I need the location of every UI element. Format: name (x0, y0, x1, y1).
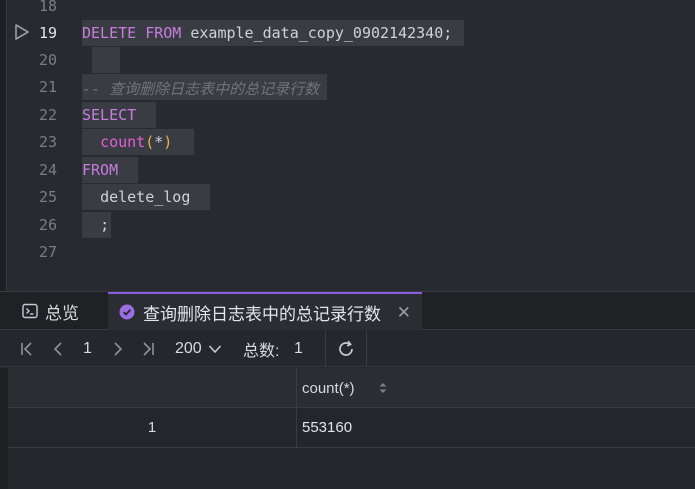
code-text: ; (82, 212, 112, 238)
pagination-toolbar: 1 200 总数: 1 (0, 330, 695, 367)
chevron-right-icon (114, 341, 123, 356)
last-page-icon (143, 341, 154, 356)
terminal-icon (22, 303, 38, 319)
column-divider (296, 408, 297, 448)
line-number: 20 (38, 51, 57, 69)
code-line[interactable]: 21 -- 查询删除日志表中的总记录行数 (0, 73, 695, 100)
row-number: 1 (147, 419, 157, 436)
code-text: count(*) (82, 129, 195, 155)
code-line[interactable]: 20 (0, 46, 695, 73)
toolbar-divider (366, 330, 367, 367)
code-line[interactable]: 23 count(*) (0, 128, 695, 155)
sql-keyword: SELECT (82, 106, 137, 124)
page-size-select[interactable]: 200 (175, 330, 222, 367)
code-text (92, 47, 120, 73)
sql-text: * (154, 133, 164, 151)
code-line[interactable]: 22 SELECT (0, 101, 695, 128)
first-page-icon (21, 341, 32, 356)
table-cell[interactable]: 553160 (302, 419, 352, 436)
sql-text: example_data_copy_0902142340; (181, 24, 453, 42)
first-page-button[interactable] (20, 330, 34, 367)
tab-overview[interactable]: 总览 (8, 292, 108, 330)
total-label: 总数: (243, 342, 280, 360)
grid-header-row: count(*) (8, 368, 695, 408)
sql-paren: ) (163, 133, 173, 151)
tab-label: 总览 (45, 303, 79, 323)
code-text: delete_log (82, 184, 211, 210)
line-number: 27 (38, 243, 57, 261)
check-circle-icon (119, 304, 135, 320)
total-value: 1 (294, 339, 303, 357)
column-divider (296, 368, 297, 408)
sql-paren: ( (145, 133, 155, 151)
refresh-button[interactable] (336, 330, 356, 367)
results-tab-bar: 总览 查询删除日志表中的总记录行数 ✕ (0, 291, 695, 330)
code-line[interactable]: 26 ; (0, 211, 695, 238)
sql-identifier: delete_log (100, 188, 191, 206)
line-number: 19 (38, 24, 57, 42)
grid-left-edge (0, 368, 8, 489)
sql-keyword: DELETE FROM (82, 24, 182, 42)
code-text: SELECT (82, 102, 157, 128)
table-row[interactable]: 1 553160 (8, 408, 695, 448)
code-text: DELETE FROM example_data_copy_0902142340… (82, 20, 465, 46)
results-panel: 总览 查询删除日志表中的总记录行数 ✕ 1 200 总数: 1 count(*)… (0, 291, 695, 489)
code-line[interactable]: 24 FROM (0, 156, 695, 183)
next-page-button[interactable] (112, 330, 124, 367)
code-text: -- 查询删除日志表中的总记录行数 (82, 74, 328, 100)
refresh-icon (339, 340, 353, 356)
line-number: 26 (38, 216, 57, 234)
sql-punct: ; (100, 216, 110, 234)
sort-icon[interactable] (378, 381, 388, 395)
sql-keyword: FROM (82, 161, 119, 179)
last-page-button[interactable] (141, 330, 155, 367)
column-header[interactable]: count(*) (302, 380, 355, 397)
line-number: 21 (38, 78, 57, 96)
line-number: 23 (38, 133, 57, 151)
code-line[interactable]: 19 DELETE FROM example_data_copy_0902142… (0, 19, 695, 46)
prev-page-button[interactable] (52, 330, 64, 367)
chevron-left-icon (53, 341, 62, 356)
toolbar-divider (325, 330, 326, 367)
code-line[interactable]: 18 (0, 0, 695, 19)
sql-function: count (100, 133, 146, 151)
line-number: 22 (38, 106, 57, 124)
close-icon[interactable]: ✕ (397, 303, 411, 323)
chevron-down-icon (208, 344, 221, 353)
current-page: 1 (83, 339, 92, 357)
line-number: 24 (38, 161, 57, 179)
code-text: FROM (82, 157, 139, 183)
line-number: 18 (38, 0, 57, 15)
code-line[interactable]: 25 delete_log (0, 183, 695, 210)
sql-comment: -- 查询删除日志表中的总记录行数 (82, 80, 320, 98)
page-size-value: 200 (175, 339, 202, 357)
sql-editor[interactable]: 18 19 DELETE FROM example_data_copy_0902… (0, 0, 695, 291)
line-number: 25 (38, 188, 57, 206)
tab-label: 查询删除日志表中的总记录行数 (143, 304, 381, 324)
tab-query-result[interactable]: 查询删除日志表中的总记录行数 ✕ (108, 292, 422, 330)
code-line[interactable]: 27 (0, 238, 695, 265)
